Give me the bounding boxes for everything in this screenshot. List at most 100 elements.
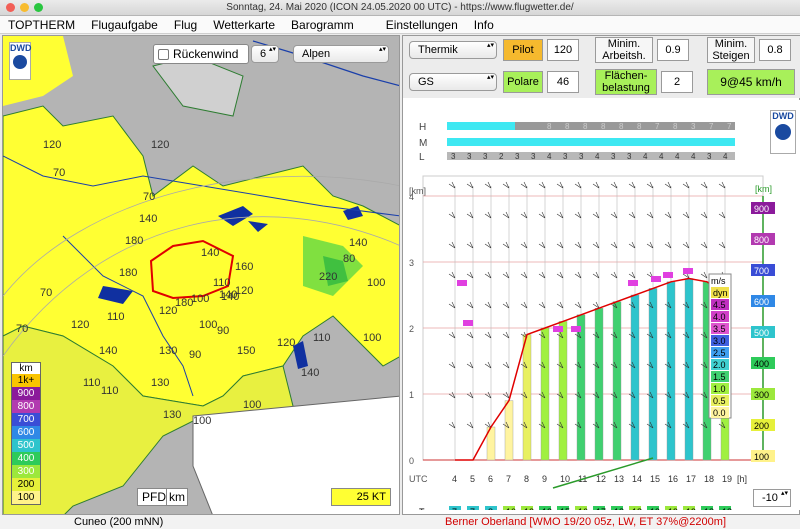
map-contour-label: 100: [193, 415, 211, 427]
thermal-column: [684, 278, 694, 461]
hour-label: 8: [524, 474, 529, 484]
climb-scale-value: 3.5: [713, 324, 726, 334]
left-axis-label: 2: [409, 324, 414, 334]
menu-wetterkarte[interactable]: Wetterkarte: [205, 18, 283, 32]
menu-info[interactable]: Info: [466, 18, 502, 32]
cloud-low-value: 4: [595, 152, 600, 161]
mode-select[interactable]: Thermik: [409, 41, 497, 59]
cloud-high-value: 3: [691, 122, 696, 131]
thermal-column: [630, 294, 640, 461]
right-axis-value: 400: [754, 359, 769, 369]
sounding-diagram[interactable]: HML 8 8 8 8 8 8 7 8 3 7 7 3 3 3 2 3 3 4 3 3 4 3 3 4 4 4 4 3 4 [km] 4 3 2 1…: [403, 100, 800, 510]
t-label: T: [419, 507, 425, 510]
region-select-value: Alpen: [302, 48, 331, 60]
climb-scale-value: 0.5: [713, 396, 726, 406]
sounding-panel: Thermik Pilot 120 Minim. Arbeitsh. 0.9 M…: [402, 35, 800, 515]
pilot-weight-input[interactable]: 120: [547, 39, 579, 61]
hour-label: 7: [506, 474, 511, 484]
temp-value: 17: [596, 507, 606, 510]
offset-select[interactable]: -10: [753, 489, 791, 507]
altitude-legend: km 1k+ 900 800 700 600 500 400 300 200 100: [11, 362, 41, 505]
map-contour-label: 110: [83, 377, 101, 389]
map-contour-label: 130: [159, 345, 177, 357]
cloud-marker: [628, 280, 638, 286]
cloud-low-value: 3: [467, 152, 472, 161]
map-contour-label: 180: [125, 235, 143, 247]
map-canvas[interactable]: 120 70 180 120 140 70 120 180 70 140 160 110 140 100 1…: [3, 36, 400, 515]
map-contour-label: 140: [201, 247, 219, 259]
polar-input[interactable]: 46: [547, 71, 579, 93]
map-contour-label: 180: [119, 267, 137, 279]
km-toggle[interactable]: km: [166, 488, 188, 506]
utc-label: UTC: [409, 474, 428, 484]
map-contour-label: 220: [319, 271, 337, 283]
thermal-column: [504, 400, 514, 461]
wing-load-input[interactable]: 2: [661, 71, 693, 93]
wind-readout: 9@45 km/h: [707, 69, 795, 95]
min-work-input[interactable]: 0.9: [657, 39, 689, 61]
tailwind-checkbox[interactable]: [158, 48, 169, 60]
step-select[interactable]: 6: [251, 45, 279, 63]
cloud-low-value: 3: [707, 152, 712, 161]
km-label: km: [169, 490, 185, 504]
hour-label: 15: [650, 474, 660, 484]
menu-einstellungen[interactable]: Einstellungen: [378, 18, 466, 32]
right-axis-value: 600: [754, 297, 769, 307]
cloud-low-value: 3: [451, 152, 456, 161]
region-select[interactable]: Alpen: [293, 45, 389, 63]
climb-scale-value: 1.0: [713, 384, 726, 394]
hour-label: 19: [722, 474, 732, 484]
legend-item: 900: [12, 387, 40, 400]
cloud-low-value: 3: [611, 152, 616, 161]
menu-barogramm[interactable]: Barogramm: [283, 18, 362, 32]
window-title-bar: Sonntag, 24. Mai 2020 (ICON 24.05.2020 0…: [0, 0, 800, 16]
weather-map[interactable]: 120 70 180 120 140 70 120 180 70 140 160 110 140 100 1…: [2, 35, 400, 515]
menu-toptherm[interactable]: TOPTHERM: [0, 18, 83, 32]
close-window-button[interactable]: [6, 3, 15, 12]
cloud-low-value: 3: [563, 152, 568, 161]
mode-select-value: Thermik: [418, 44, 458, 56]
dwd-logo-text: DWD: [10, 43, 32, 53]
zoom-window-button[interactable]: [34, 3, 43, 12]
legend-item: 100: [12, 491, 40, 504]
legend-item: 500: [12, 439, 40, 452]
hour-label: 18: [704, 474, 714, 484]
left-axis-label: 4: [409, 192, 414, 202]
glider-select[interactable]: GS: [409, 73, 497, 91]
right-axis-value: 500: [754, 328, 769, 338]
temp-value: 18: [704, 507, 714, 510]
wind-scale: 25 KT: [331, 488, 391, 506]
map-contour-label: 110: [313, 332, 331, 344]
min-climb-input[interactable]: 0.8: [759, 39, 791, 61]
dwd-logo-diagram-icon: [775, 124, 791, 140]
right-axis-value: 900: [754, 204, 769, 214]
temp-value: 19: [650, 507, 660, 510]
menu-flug[interactable]: Flug: [166, 18, 205, 32]
cloud-row-label: M: [419, 138, 427, 149]
min-climb-label: Minim. Steigen: [707, 37, 755, 63]
legend-item: 700: [12, 413, 40, 426]
tailwind-label: Rückenwind: [173, 47, 239, 61]
cloud-high-value: 7: [655, 122, 660, 131]
thermal-column: [522, 334, 532, 461]
minimize-window-button[interactable]: [20, 3, 29, 12]
control-row-2: GS Polare 46 Flächen- belastung 2 9@45 k…: [403, 66, 800, 98]
map-contour-label: 140: [301, 367, 319, 379]
thermal-column: [540, 327, 550, 461]
left-axis-label: 1: [409, 390, 414, 400]
cloud-high-value: 8: [601, 122, 606, 131]
cloud-high-value: 8: [547, 122, 552, 131]
pfd-label: PFD: [142, 490, 166, 504]
map-contour-label: 70: [40, 287, 52, 299]
temp-value: 18: [632, 507, 642, 510]
right-axis-value: 200: [754, 421, 769, 431]
map-contour-label: 110: [107, 311, 125, 323]
climb-scale-value: 3.0: [713, 336, 726, 346]
menu-flugaufgabe[interactable]: Flugaufgabe: [83, 18, 166, 32]
dwd-logo-diagram: DWD: [770, 110, 796, 154]
temp-value: 13: [542, 507, 552, 510]
cloud-low-value: 4: [675, 152, 680, 161]
map-contour-label: 80: [343, 253, 355, 265]
climb-scale-value: 2.5: [713, 348, 726, 358]
tailwind-checkbox-group[interactable]: Rückenwind: [153, 44, 249, 64]
